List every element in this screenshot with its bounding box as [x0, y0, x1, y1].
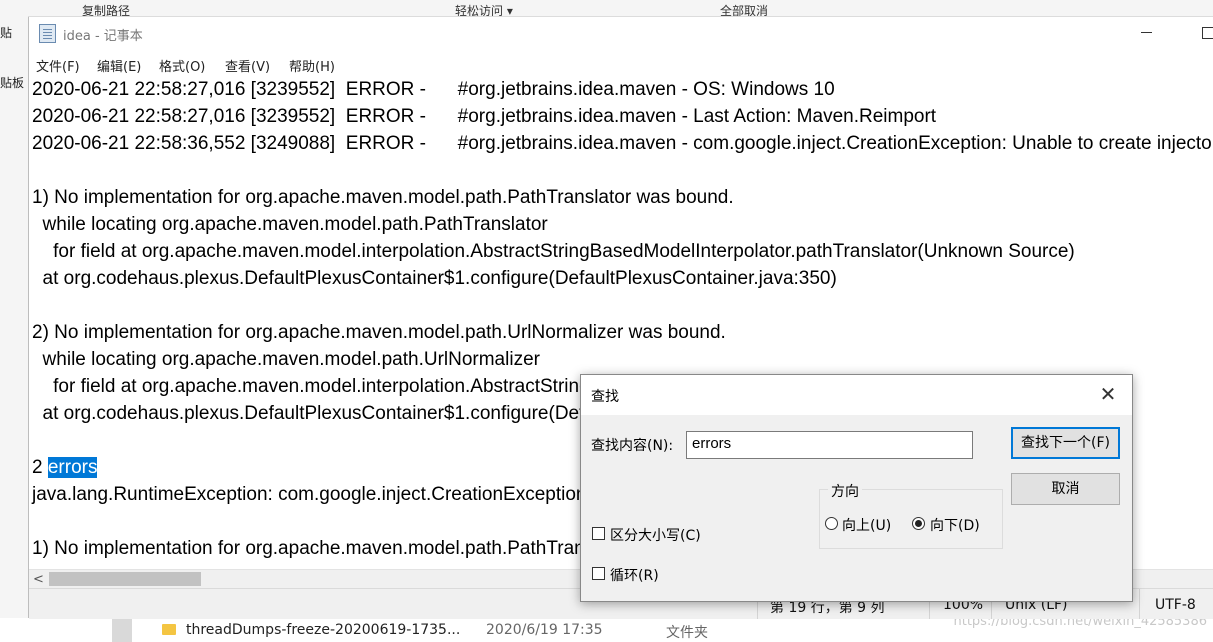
match-case-checkbox[interactable]	[592, 527, 605, 540]
direction-label: 方向	[828, 481, 862, 501]
menu-file[interactable]: 文件(F)	[36, 56, 80, 75]
cancel-button[interactable]: 取消	[1011, 473, 1120, 505]
window-title: idea - 记事本	[63, 29, 143, 44]
clipboard-group-label: 贴板	[0, 76, 25, 90]
selected-text[interactable]: errors	[47, 457, 98, 478]
folder-icon	[162, 624, 176, 635]
ribbon-accessibility[interactable]: 轻松访问 ▾	[455, 2, 513, 16]
find-next-button[interactable]: 查找下一个(F)	[1011, 427, 1120, 459]
direction-down-radio[interactable]	[912, 517, 925, 530]
text-line: while locating org.apache.maven.model.pa…	[32, 349, 540, 370]
text-line-selected: 2 errors	[32, 457, 98, 479]
minimize-icon[interactable]	[1141, 32, 1152, 33]
find-what-label: 查找内容(N):	[591, 438, 674, 454]
text-line: while locating org.apache.maven.model.pa…	[32, 214, 548, 235]
find-what-input[interactable]: errors	[686, 431, 973, 459]
file-row-date: 2020/6/19 17:35	[486, 622, 603, 638]
text-line: 2020-06-21 22:58:27,016 [3239552] ERROR …	[32, 79, 835, 100]
scroll-left-arrow-icon[interactable]: <	[33, 572, 44, 587]
text-line: for field at org.apache.maven.model.inte…	[32, 241, 1075, 262]
status-encoding: UTF-8	[1155, 597, 1196, 613]
menu-edit[interactable]: 编辑(E)	[97, 56, 141, 75]
ribbon-copy-path[interactable]: 复制路径	[82, 2, 130, 16]
scroll-thumb[interactable]	[49, 572, 201, 586]
wrap-around-checkbox[interactable]	[592, 567, 605, 580]
notepad-icon	[39, 24, 56, 43]
text-line: 2020-06-21 22:58:36,552 [3249088] ERROR …	[32, 133, 1213, 154]
text-line: 2020-06-21 22:58:27,016 [3239552] ERROR …	[32, 106, 937, 127]
explorer-ribbon: 复制路径 轻松访问 ▾ 全部取消	[0, 0, 1213, 17]
clipboard-paste-label[interactable]: 贴	[0, 24, 12, 41]
text-line: 1) No implementation for org.apache.mave…	[32, 187, 734, 208]
menu-bar: 文件(F) 编辑(E) 格式(O) 查看(V) 帮助(H)	[29, 51, 1213, 75]
maximize-icon[interactable]	[1202, 27, 1213, 39]
close-icon[interactable]: ✕	[1097, 383, 1119, 405]
status-divider	[1139, 589, 1140, 619]
wrap-around-label[interactable]: 循环(R)	[610, 565, 659, 585]
menu-help[interactable]: 帮助(H)	[289, 56, 335, 75]
file-row-type: 文件夹	[666, 625, 708, 641]
explorer-left-panel: 贴 贴板	[0, 16, 28, 642]
menu-view[interactable]: 查看(V)	[225, 56, 270, 75]
find-dialog-title: 查找	[591, 389, 619, 405]
find-dialog: 查找 ✕ 查找内容(N): errors 查找下一个(F) 取消 方向 向上(U…	[580, 374, 1133, 602]
match-case-label[interactable]: 区分大小写(C)	[610, 525, 701, 545]
explorer-nav-strip	[112, 618, 132, 642]
direction-up-radio[interactable]	[825, 517, 838, 530]
direction-up-label[interactable]: 向上(U)	[842, 515, 891, 535]
menu-format[interactable]: 格式(O)	[159, 56, 205, 75]
direction-down-label[interactable]: 向下(D)	[930, 515, 980, 535]
text-line: 2) No implementation for org.apache.mave…	[32, 322, 726, 343]
text-line: at org.codehaus.plexus.DefaultPlexusCont…	[32, 268, 837, 289]
ribbon-select-none[interactable]: 全部取消	[720, 2, 768, 16]
line-prefix: 2	[32, 457, 48, 478]
file-row-name[interactable]: threadDumps-freeze-20200619-1735...	[186, 622, 460, 638]
notepad-titlebar[interactable]: idea - 记事本	[29, 17, 1213, 49]
find-dialog-titlebar[interactable]: 查找 ✕	[581, 375, 1132, 415]
